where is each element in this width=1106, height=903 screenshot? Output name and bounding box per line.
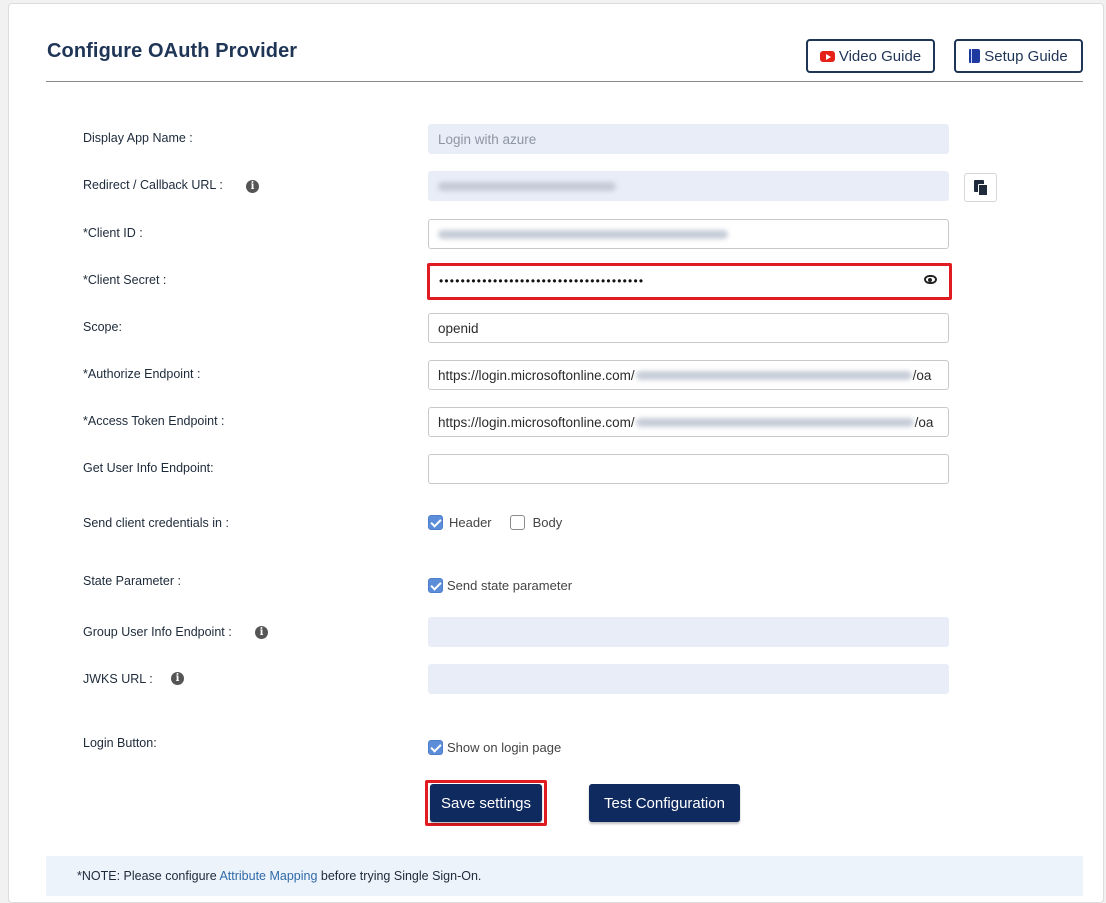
state-parameter-option: Send state parameter bbox=[428, 578, 572, 593]
redirect-url-label: Redirect / Callback URL : bbox=[83, 178, 223, 192]
display-app-name-placeholder: Login with azure bbox=[438, 131, 537, 147]
authorize-endpoint-label: *Authorize Endpoint : bbox=[83, 367, 201, 381]
redacted-value bbox=[438, 181, 616, 191]
video-guide-button[interactable]: Video Guide bbox=[806, 39, 935, 73]
user-info-endpoint-label: Get User Info Endpoint: bbox=[83, 461, 214, 475]
jwks-url-field[interactable] bbox=[428, 664, 949, 694]
login-button-label: Login Button: bbox=[83, 736, 157, 750]
token-endpoint-label: *Access Token Endpoint : bbox=[83, 414, 225, 428]
state-parameter-label: State Parameter : bbox=[83, 574, 181, 588]
client-id-field[interactable] bbox=[428, 219, 949, 249]
youtube-icon bbox=[819, 50, 835, 62]
header-checkbox-label: Header bbox=[449, 515, 492, 530]
send-state-label: Send state parameter bbox=[447, 578, 573, 593]
redirect-url-field[interactable] bbox=[428, 171, 949, 201]
video-guide-label: Video Guide bbox=[838, 47, 922, 65]
user-info-endpoint-field[interactable] bbox=[428, 454, 949, 484]
note-banner: *NOTE: Please configure Attribute Mappin… bbox=[46, 856, 1083, 896]
redacted-value bbox=[635, 370, 912, 380]
send-credentials-label: Send client credentials in : bbox=[83, 516, 229, 530]
group-user-info-label: Group User Info Endpoint : bbox=[83, 625, 232, 639]
send-state-checkbox[interactable] bbox=[428, 578, 443, 593]
token-endpoint-prefix: https://login.microsoftonline.com/ bbox=[438, 414, 635, 430]
redacted-value bbox=[438, 229, 728, 239]
show-on-login-label: Show on login page bbox=[447, 740, 562, 755]
client-secret-value: •••••••••••••••••••••••••••••••••••••• bbox=[439, 274, 645, 288]
display-app-name-label: Display App Name : bbox=[83, 131, 193, 145]
info-icon[interactable]: i bbox=[255, 626, 268, 639]
client-secret-label: *Client Secret : bbox=[83, 273, 167, 287]
body-checkbox[interactable] bbox=[509, 515, 525, 530]
client-secret-field[interactable]: •••••••••••••••••••••••••••••••••••••• bbox=[431, 266, 946, 296]
header-checkbox[interactable] bbox=[428, 515, 443, 530]
body-checkbox-label: Body bbox=[532, 515, 563, 530]
token-endpoint-suffix: /oa bbox=[914, 414, 934, 430]
authorize-endpoint-prefix: https://login.microsoftonline.com/ bbox=[438, 367, 635, 383]
info-icon[interactable]: i bbox=[246, 180, 259, 193]
setup-guide-label: Setup Guide bbox=[984, 47, 1068, 65]
login-button-option: Show on login page bbox=[428, 740, 561, 755]
setup-guide-button[interactable]: Setup Guide bbox=[954, 39, 1083, 73]
title-divider bbox=[46, 81, 1083, 82]
copy-button[interactable] bbox=[964, 173, 997, 202]
scope-field[interactable]: openid bbox=[428, 313, 949, 343]
show-on-login-checkbox[interactable] bbox=[428, 740, 443, 755]
redirect-url-label-text: Redirect / Callback URL : bbox=[83, 178, 223, 192]
redacted-value bbox=[635, 417, 914, 427]
client-id-label: *Client ID : bbox=[83, 226, 143, 240]
send-credentials-options: Header Body bbox=[428, 515, 562, 530]
note-suffix: before trying Single Sign-On. bbox=[317, 869, 482, 883]
page-title: Configure OAuth Provider bbox=[47, 40, 298, 62]
authorize-endpoint-suffix: /oa bbox=[912, 367, 932, 383]
scope-value: openid bbox=[438, 320, 479, 336]
group-user-info-field[interactable] bbox=[428, 617, 949, 647]
scope-label: Scope: bbox=[83, 320, 122, 334]
book-icon bbox=[969, 49, 981, 63]
eye-icon[interactable] bbox=[924, 275, 937, 284]
info-icon[interactable]: i bbox=[171, 672, 184, 685]
note-prefix: *NOTE: Please configure bbox=[77, 869, 220, 883]
token-endpoint-field[interactable]: https://login.microsoftonline.com/ /oa bbox=[428, 407, 949, 437]
jwks-url-label: JWKS URL : bbox=[83, 672, 153, 686]
authorize-endpoint-field[interactable]: https://login.microsoftonline.com/ /oa bbox=[428, 360, 949, 390]
test-configuration-button[interactable]: Test Configuration bbox=[589, 784, 740, 822]
attribute-mapping-link[interactable]: Attribute Mapping bbox=[219, 869, 317, 883]
save-settings-button[interactable]: Save settings bbox=[430, 784, 542, 822]
display-app-name-field[interactable]: Login with azure bbox=[428, 124, 949, 154]
copy-icon bbox=[974, 180, 988, 196]
